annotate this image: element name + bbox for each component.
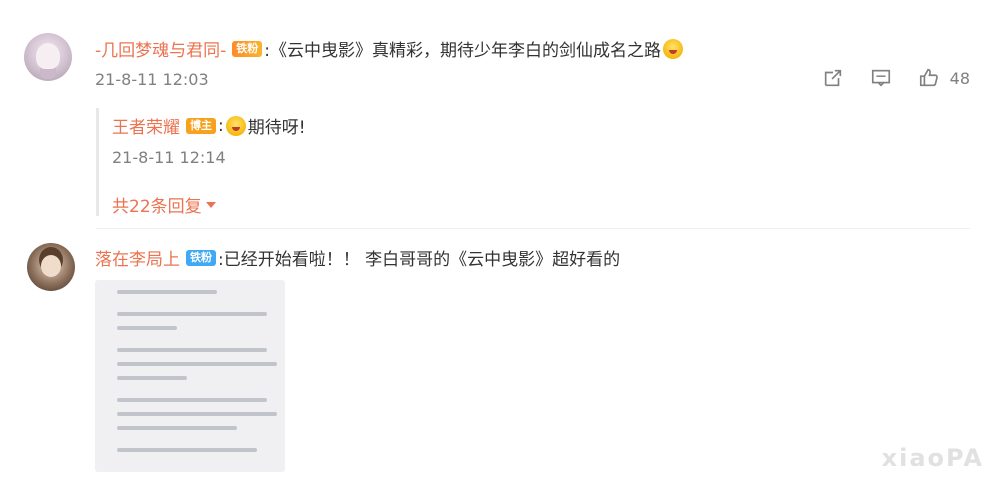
username[interactable]: 落在李局上 [95,245,180,270]
reply-timestamp: 21-8-11 12:14 [112,148,226,167]
reply-text: 期待呀! [247,118,306,138]
host-badge: 博主 [186,117,216,134]
comment-header: 落在李局上 铁粉 :已经开始看啦！！ 李白哥哥的《云中曳影》超好看的 [95,245,620,270]
reply-header: 王者荣耀 博主 : 期待呀! [112,113,306,138]
comment-text: :《云中曳影》真精彩，期待少年李白的剑仙成名之路 [264,41,662,61]
avatar[interactable] [24,33,72,81]
more-replies-link[interactable]: 共22条回复 [112,192,216,217]
more-replies-label: 共22条回复 [112,197,202,217]
comment-timestamp: 21-8-11 12:03 [95,70,209,89]
username[interactable]: -几回梦魂与君同- [95,36,226,61]
comment-icon [871,69,890,87]
chevron-down-icon [205,201,216,208]
fan-badge[interactable]: 铁粉 [232,40,263,57]
like-icon [919,68,938,87]
avatar[interactable] [27,243,75,291]
share-button[interactable] [822,67,844,89]
comment-image[interactable] [95,280,285,472]
share-icon [824,69,841,87]
comment-header: -几回梦魂与君同- 铁粉 :《云中曳影》真精彩，期待少年李白的剑仙成名之路 [95,36,685,61]
divider [96,228,970,229]
emoji-icon [225,115,246,136]
like-count: 48 [949,68,970,88]
comment-text: :已经开始看啦！！ 李白哥哥的《云中曳影》超好看的 [218,250,621,270]
comment-button[interactable] [870,67,892,89]
comment-actions: 48 [822,67,970,89]
fan-badge[interactable]: 铁粉 [186,249,216,266]
watermark: xiaoPA [881,444,984,472]
like-button[interactable]: 48 [918,67,970,89]
reply-username[interactable]: 王者荣耀 [112,113,180,138]
emoji-icon [663,38,684,59]
